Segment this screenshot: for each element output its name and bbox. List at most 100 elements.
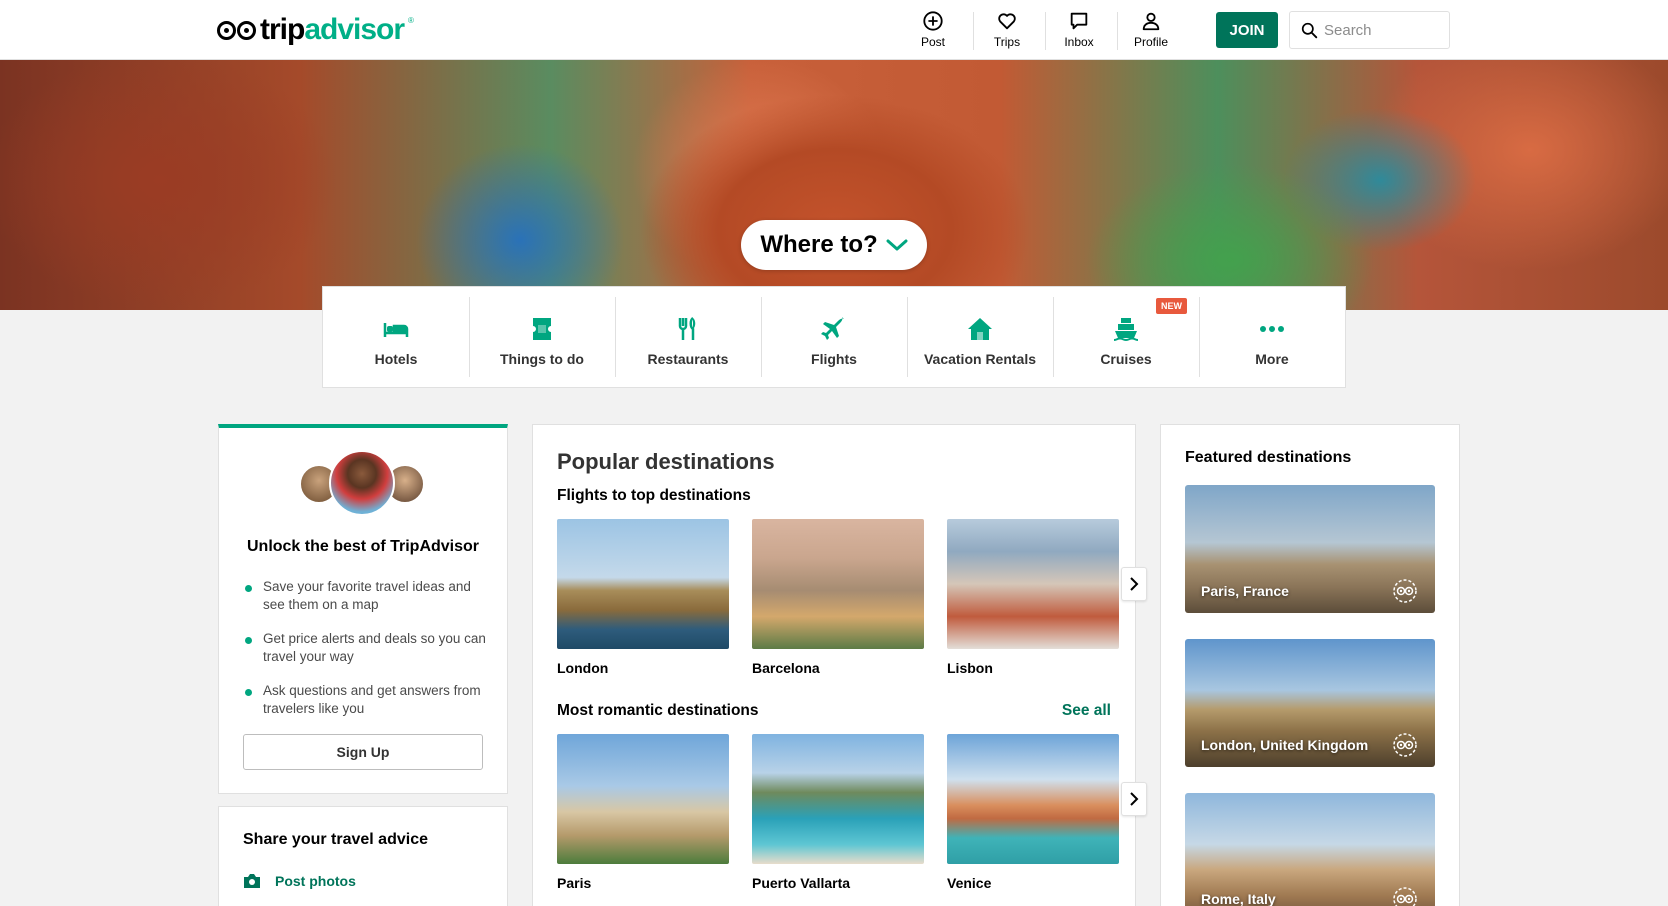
sign-up-button[interactable]: Sign Up xyxy=(243,734,483,770)
where-to-button[interactable]: Where to? xyxy=(741,220,927,270)
ship-icon xyxy=(1113,318,1139,342)
join-button[interactable]: JOIN xyxy=(1216,12,1278,48)
featured-item-rome[interactable]: Rome, Italy xyxy=(1185,793,1435,906)
benefit-text: Save your favorite travel ideas and see … xyxy=(263,579,471,612)
flights-destination-row: London Barcelona Lisbon xyxy=(557,519,1119,676)
chat-icon xyxy=(1070,12,1088,30)
nav-trips-label: Trips xyxy=(993,35,1021,49)
more-dots-icon xyxy=(1260,326,1284,332)
category-bar: Hotels Things to do Restaurants Flights … xyxy=(322,286,1346,388)
bullet-dot-icon xyxy=(245,637,252,644)
destination-card-lisbon[interactable]: Lisbon xyxy=(947,519,1119,676)
flights-next-button[interactable] xyxy=(1121,567,1147,601)
logo-text-trip: trip xyxy=(260,13,305,46)
featured-label: London, United Kingdom xyxy=(1201,737,1369,753)
romantic-next-button[interactable] xyxy=(1121,782,1147,816)
owl-eyes-icon xyxy=(217,20,256,40)
featured-item-london[interactable]: London, United Kingdom xyxy=(1185,639,1435,767)
logo-wordmark: tripadvisor xyxy=(260,13,405,46)
unlock-title: Unlock the best of TripAdvisor xyxy=(246,538,480,555)
tripadvisor-owl-badge-icon xyxy=(1393,887,1417,906)
benefit-item: Save your favorite travel ideas and see … xyxy=(243,578,493,630)
romantic-section-title: Most romantic destinations xyxy=(557,702,759,719)
destination-card-venice[interactable]: Venice xyxy=(947,734,1119,891)
avatar-group xyxy=(299,450,429,520)
nav-profile-label: Profile xyxy=(1133,35,1168,49)
flights-section-title: Flights to top destinations xyxy=(557,487,751,504)
new-badge: NEW xyxy=(1156,298,1187,314)
category-things-to-do[interactable]: Things to do xyxy=(469,287,615,387)
benefit-item: Ask questions and get answers from trave… xyxy=(243,682,493,734)
destination-card-barcelona[interactable]: Barcelona xyxy=(752,519,924,676)
destination-image xyxy=(752,734,924,864)
see-all-link[interactable]: See all xyxy=(1062,702,1111,720)
destination-image xyxy=(557,734,729,864)
person-icon xyxy=(1142,12,1160,31)
featured-label: Paris, France xyxy=(1201,583,1289,599)
logo-text-advisor: advisor xyxy=(304,13,405,46)
nav-inbox[interactable]: Inbox xyxy=(1046,10,1112,52)
nav-inbox-label: Inbox xyxy=(1064,35,1094,49)
unlock-card: Unlock the best of TripAdvisor Save your… xyxy=(218,424,508,794)
destination-name: Barcelona xyxy=(752,660,820,676)
where-to-label: Where to? xyxy=(760,231,878,258)
category-hotels[interactable]: Hotels xyxy=(323,287,469,387)
benefit-item: Get price alerts and deals so you can tr… xyxy=(243,630,493,682)
ticket-icon xyxy=(533,318,551,340)
chevron-right-icon xyxy=(1130,577,1139,591)
tripadvisor-owl-badge-icon xyxy=(1393,733,1417,757)
category-restaurants[interactable]: Restaurants xyxy=(615,287,761,387)
nav-trips[interactable]: Trips xyxy=(974,10,1040,52)
category-label: More xyxy=(1255,351,1289,367)
popular-destinations-card: Popular destinations Flights to top dest… xyxy=(532,424,1147,906)
destination-card-paris[interactable]: Paris xyxy=(557,734,729,891)
search-box[interactable] xyxy=(1289,11,1450,49)
plane-icon xyxy=(821,317,844,340)
featured-destinations-card: Featured destinations Paris, France Lond… xyxy=(1160,424,1460,906)
house-icon xyxy=(968,318,992,340)
destination-image xyxy=(557,519,729,649)
search-icon xyxy=(1301,22,1318,38)
category-cruises[interactable]: NEW Cruises xyxy=(1053,287,1199,387)
featured-item-paris[interactable]: Paris, France xyxy=(1185,485,1435,613)
nav-profile[interactable]: Profile xyxy=(1118,10,1184,52)
featured-label: Rome, Italy xyxy=(1201,891,1276,906)
post-photos-link[interactable]: Post photos xyxy=(243,873,356,889)
destination-name: London xyxy=(557,660,609,676)
destination-image xyxy=(752,519,924,649)
hero-banner-image: Where to? xyxy=(0,60,1668,310)
registered-mark: ® xyxy=(408,16,414,25)
post-photos-label: Post photos xyxy=(275,873,356,889)
featured-title: Featured destinations xyxy=(1185,449,1352,466)
category-label: Things to do xyxy=(500,351,584,367)
chevron-right-icon xyxy=(1130,792,1139,806)
avatar xyxy=(329,450,395,516)
destination-name: Paris xyxy=(557,875,592,891)
popular-title: Popular destinations xyxy=(557,449,775,474)
nav-post-label: Post xyxy=(920,35,945,49)
search-input[interactable] xyxy=(1324,21,1444,39)
destination-name: Venice xyxy=(947,875,992,891)
benefit-text: Ask questions and get answers from trave… xyxy=(263,683,481,716)
nav-post[interactable]: Post xyxy=(900,10,966,52)
romantic-destination-row: Paris Puerto Vallarta Venice xyxy=(557,734,1119,891)
destination-card-london[interactable]: London xyxy=(557,519,729,676)
destination-name: Lisbon xyxy=(947,660,993,676)
top-header: tripadvisor ® Post Trips Inbox Profile J… xyxy=(0,0,1668,60)
destination-image xyxy=(947,734,1119,864)
category-label: Flights xyxy=(811,351,857,367)
category-more[interactable]: More xyxy=(1199,287,1345,387)
category-label: Cruises xyxy=(1100,351,1152,367)
category-label: Vacation Rentals xyxy=(923,351,1037,367)
benefit-list: Save your favorite travel ideas and see … xyxy=(243,578,493,734)
category-vacation-rentals[interactable]: Vacation Rentals xyxy=(907,287,1053,387)
cutlery-icon xyxy=(678,316,696,340)
bullet-dot-icon xyxy=(245,585,252,592)
tripadvisor-logo[interactable]: tripadvisor ® xyxy=(217,12,414,48)
destination-card-puerto-vallarta[interactable]: Puerto Vallarta xyxy=(752,734,924,891)
category-flights[interactable]: Flights xyxy=(761,287,907,387)
share-title: Share your travel advice xyxy=(243,831,428,848)
destination-name: Puerto Vallarta xyxy=(752,875,851,891)
benefit-text: Get price alerts and deals so you can tr… xyxy=(263,631,486,664)
share-advice-card: Share your travel advice Post photos xyxy=(218,806,508,906)
